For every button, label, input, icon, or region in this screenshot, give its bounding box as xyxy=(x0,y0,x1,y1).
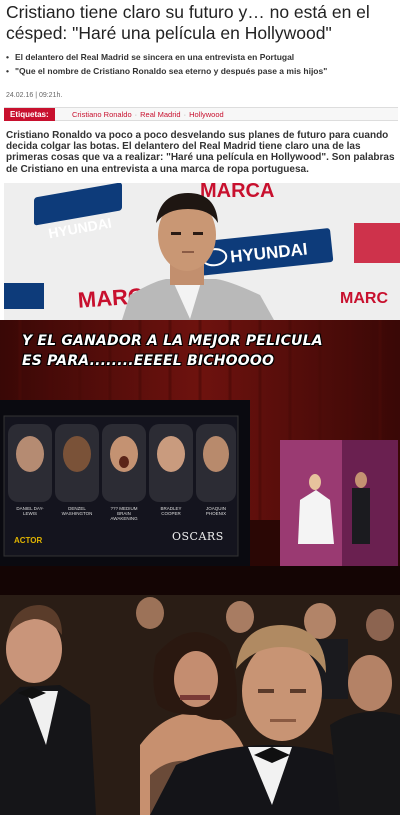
audience-reaction-photo xyxy=(0,595,400,815)
tag-link-cristiano-ronaldo[interactable]: Cristiano Ronaldo xyxy=(72,110,132,119)
audience-reaction-drawing xyxy=(0,595,400,815)
summary-bullet: "Que el nombre de Cristiano Ronaldo sea … xyxy=(6,64,396,78)
publish-date: 24.02.16 | 09:21h. xyxy=(6,92,63,99)
tag-link-hollywood[interactable]: Hollywood xyxy=(189,110,224,119)
article-summary-list: El delantero del Real Madrid se sincera … xyxy=(6,50,396,78)
oscars-logo: OSCARS xyxy=(172,530,224,543)
nominee-name: ??? Medium Brain Awakening xyxy=(110,506,138,521)
tag-separator: · xyxy=(183,110,187,119)
tag-link-real-madrid[interactable]: Real Madrid xyxy=(140,110,180,119)
backdrop-logo-marca: MARCA xyxy=(200,183,274,202)
summary-bullet: El delantero del Real Madrid se sincera … xyxy=(6,50,396,64)
tags-label: Etiquetas: xyxy=(4,108,55,121)
nominee-name: JOAQUIN PHOENIX xyxy=(205,506,227,516)
meme-caption: Y EL GANADOR A LA MEJOR PELICULA ES PARA… xyxy=(22,331,382,371)
tags-list: Cristiano Ronaldo · Real Madrid · Hollywood xyxy=(72,108,224,121)
meme-caption-line: ES PARA........EEEEL BICHOOOO xyxy=(22,353,275,369)
meme-caption-line: Y EL GANADOR A LA MEJOR PELICULA xyxy=(22,333,323,349)
tag-separator: · xyxy=(134,110,138,119)
nominee-name: DANIEL DAY-LEWIS xyxy=(16,506,44,516)
tags-bar: Etiquetas: Cristiano Ronaldo · Real Madrid… xyxy=(4,107,398,121)
category-label: ACTOR xyxy=(14,536,43,545)
player-press-photo: MARCA HYUNDAI HYUNDAI MARCA MARC xyxy=(4,183,400,320)
player-press-photo-drawing: MARCA HYUNDAI HYUNDAI MARCA MARC xyxy=(4,183,400,320)
nominee-portraits xyxy=(8,424,236,502)
article-lead: Cristiano Ronaldo va poco a poco desvela… xyxy=(6,130,395,175)
article-headline: Cristiano tiene claro su futuro y… no es… xyxy=(6,2,370,43)
backdrop-logo-marca: MARC xyxy=(340,290,388,307)
nominee-name: DENZEL WASHINGTON xyxy=(61,506,93,516)
nominee-name: BRADLEY COOPER xyxy=(160,506,182,516)
